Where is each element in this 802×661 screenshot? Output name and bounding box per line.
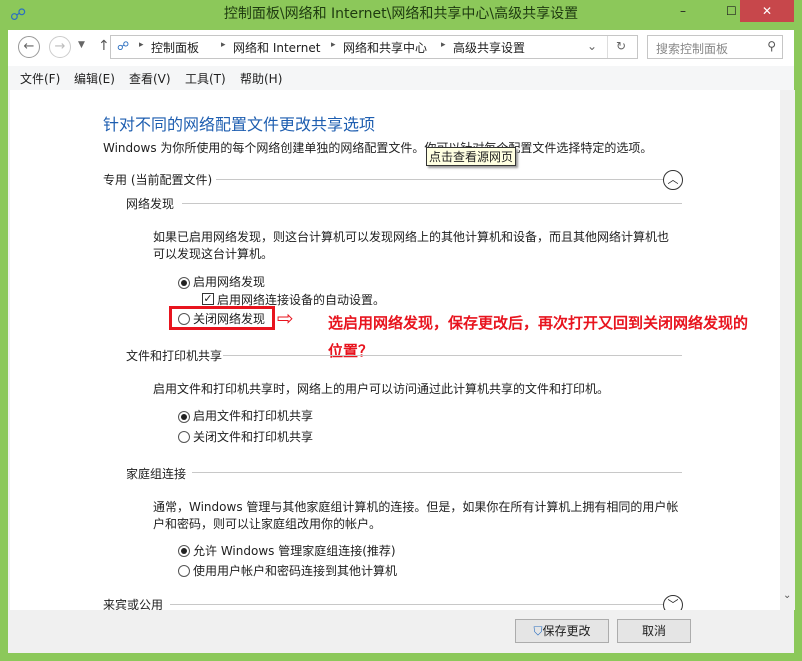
files-on-radio[interactable] <box>178 411 190 423</box>
homegroup-title: 家庭组连接 <box>126 467 187 481</box>
page-title: 针对不同的网络配置文件更改共享选项 <box>103 115 376 134</box>
files-title: 文件和打印机共享 <box>126 349 223 363</box>
network-icon: ☍ <box>117 39 130 53</box>
refresh-icon[interactable]: ↻ <box>616 39 626 53</box>
discovery-desc: 如果已启用网络发现，则这台计算机可以发现网络上的其他计算机和设备，而且其他网络计… <box>153 230 670 244</box>
maximize-button[interactable]: ☐ <box>726 4 737 18</box>
address-bar[interactable]: ☍ ▸ 控制面板 ▸ 网络和 Internet ▸ 网络和共享中心 ▸ 高级共享… <box>110 35 638 59</box>
annotation-text-2: 位置？ <box>328 342 374 360</box>
menu-help[interactable]: 帮助(H) <box>240 70 282 87</box>
crumb-advanced-sharing[interactable]: 高级共享设置 <box>453 39 525 56</box>
discovery-off-radio[interactable] <box>178 313 190 325</box>
content-pane: 针对不同的网络配置文件更改共享选项 Windows 为你所使用的每个网络创建单独… <box>10 90 780 610</box>
collapse-icon[interactable]: ︿ <box>663 170 683 190</box>
homegroup-use-label[interactable]: 使用用户帐户和密码连接到其他计算机 <box>193 562 397 579</box>
scrollbar[interactable]: ⌄ <box>780 90 795 610</box>
close-button[interactable]: ✕ <box>740 0 794 22</box>
auto-setup-checkbox[interactable]: ✓ <box>202 293 214 305</box>
back-button[interactable]: ← <box>18 36 40 58</box>
discovery-on-radio[interactable] <box>178 277 190 289</box>
homegroup-allow-radio[interactable] <box>178 545 190 557</box>
files-off-label[interactable]: 关闭文件和打印机共享 <box>193 428 313 445</box>
search-input[interactable]: 搜索控制面板 ⚲ <box>647 35 783 59</box>
crumb-network-internet[interactable]: 网络和 Internet <box>233 39 320 56</box>
intro-text: Windows 为你所使用的每个网络创建单独的网络配置文件。你可以针对每个配置文… <box>103 141 653 155</box>
menu-file[interactable]: 文件(F) <box>20 70 60 87</box>
cancel-button[interactable]: 取消 <box>617 619 691 643</box>
guest-profile-header[interactable]: 来宾或公用 <box>103 596 163 610</box>
files-off-radio[interactable] <box>178 431 190 443</box>
search-placeholder: 搜索控制面板 <box>656 42 729 56</box>
search-icon: ⚲ <box>767 39 776 53</box>
discovery-on-label[interactable]: 启用网络发现 <box>193 273 265 290</box>
discovery-desc-2: 可以发现这台计算机。 <box>153 247 274 261</box>
minimize-button[interactable]: – <box>680 4 686 18</box>
recent-dropdown-icon[interactable]: ▼ <box>78 40 85 50</box>
discovery-off-label[interactable]: 关闭网络发现 <box>193 310 265 327</box>
discovery-title: 网络发现 <box>126 197 175 211</box>
forward-button[interactable]: → <box>49 36 71 58</box>
homegroup-desc: 通常，Windows 管理与其他家庭组计算机的连接。但是，如果你在所有计算机上拥… <box>153 500 679 514</box>
arrow-icon: ⇨ <box>277 306 294 330</box>
files-desc: 启用文件和打印机共享时，网络上的用户可以访问通过此计算机共享的文件和打印机。 <box>153 382 610 396</box>
crumb-sharing-center[interactable]: 网络和共享中心 <box>343 39 427 56</box>
address-dropdown-icon[interactable]: ⌄ <box>587 39 597 53</box>
scroll-down-icon[interactable]: ⌄ <box>783 590 791 601</box>
private-profile-header[interactable]: 专用 (当前配置文件) <box>103 171 212 188</box>
save-label: 保存更改 <box>542 624 591 638</box>
files-on-label[interactable]: 启用文件和打印机共享 <box>193 407 313 424</box>
menu-tools[interactable]: 工具(T) <box>185 70 226 87</box>
save-button[interactable]: ⛉保存更改 <box>515 619 609 643</box>
tooltip: 点击查看源网页 <box>426 147 517 166</box>
menu-view[interactable]: 查看(V) <box>129 70 171 87</box>
menu-bar <box>8 66 794 90</box>
annotation-text: 选启用网络发现，保存更改后，再次打开又回到关闭网络发现的 <box>328 314 749 332</box>
menu-edit[interactable]: 编辑(E) <box>74 70 115 87</box>
homegroup-use-radio[interactable] <box>178 565 190 577</box>
up-button[interactable]: ↑ <box>98 38 110 54</box>
shield-icon: ⛉ <box>533 624 543 638</box>
homegroup-allow-label[interactable]: 允许 Windows 管理家庭组连接(推荐) <box>193 542 396 559</box>
homegroup-desc-2: 户和密码，则可以让家庭组改用你的帐户。 <box>153 517 382 531</box>
expand-icon[interactable]: ﹀ <box>663 595 683 610</box>
crumb-control-panel[interactable]: 控制面板 <box>151 39 199 56</box>
